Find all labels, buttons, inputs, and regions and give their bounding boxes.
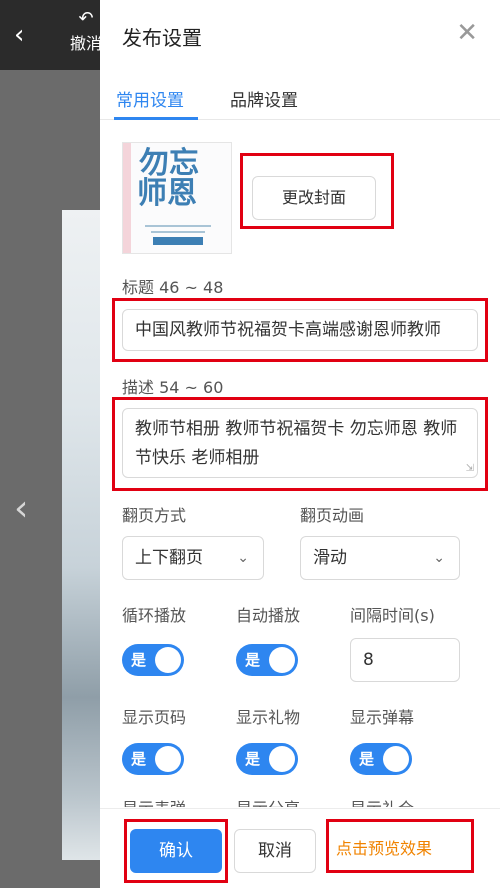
page-mode-value: 上下翻页: [135, 548, 203, 568]
editor-canvas: ‹: [0, 70, 102, 888]
settings-tabs: 常用设置 品牌设置: [100, 72, 500, 120]
page-mode-select[interactable]: 上下翻页 ⌄: [122, 536, 264, 580]
publish-settings-panel: 发布设置 ✕ 常用设置 品牌设置 勿忘 师恩 更改封面 标题 46 ~ 48 中…: [100, 0, 500, 888]
cover-line: [151, 231, 205, 233]
cut-off-label: 显示表弹: [122, 795, 186, 807]
chevron-left-icon[interactable]: ‹: [14, 22, 24, 48]
page-mode-label: 翻页方式: [122, 506, 187, 525]
editor-topbar: ‹ ↶ 撤消: [0, 0, 102, 70]
toggle-on-label: 是: [245, 750, 261, 768]
show-gift-label: 显示礼物: [236, 708, 301, 727]
cover-text-1: 勿忘: [139, 146, 199, 181]
cover-line: [145, 225, 211, 227]
page-anim-select[interactable]: 滑动 ⌄: [300, 536, 460, 580]
toggle-on-label: 是: [131, 750, 147, 768]
toggle-on-label: 是: [359, 750, 375, 768]
cut-off-label: 显示分享: [236, 795, 300, 807]
page-anim-value: 滑动: [313, 548, 347, 568]
interval-label: 间隔时间(s): [350, 606, 435, 625]
chevron-down-icon: ⌄: [237, 550, 249, 566]
show-gift-toggle[interactable]: 是: [236, 743, 298, 775]
highlight-box: [326, 819, 474, 873]
toggle-knob: [383, 746, 409, 772]
cover-strip: [123, 143, 131, 253]
loop-toggle[interactable]: 是: [122, 644, 184, 676]
toggle-knob: [155, 746, 181, 772]
description-label: 描述 54 ~ 60: [122, 378, 224, 397]
toggle-on-label: 是: [131, 651, 147, 669]
page-anim-label: 翻页动画: [300, 506, 365, 525]
close-icon[interactable]: ✕: [456, 20, 478, 46]
panel-footer: 确认 取消 点击预览效果: [100, 808, 500, 888]
autoplay-label: 自动播放: [236, 606, 301, 625]
cut-off-label: 显示礼仓: [350, 795, 414, 807]
interval-input[interactable]: 8: [350, 638, 460, 682]
cover-tag: [153, 237, 203, 245]
chevron-down-icon: ⌄: [433, 550, 445, 566]
prev-page-icon[interactable]: ‹: [14, 488, 28, 529]
cover-text-2: 师恩: [137, 176, 197, 211]
title-label: 标题 46 ~ 48: [122, 278, 224, 297]
highlight-box: [124, 819, 228, 883]
tab-common-settings[interactable]: 常用设置: [116, 86, 184, 111]
toggle-knob: [269, 746, 295, 772]
tab-brand-settings[interactable]: 品牌设置: [230, 86, 298, 111]
highlight-box: [112, 397, 488, 491]
highlight-box: [240, 153, 394, 229]
panel-title: 发布设置: [122, 26, 202, 50]
autoplay-toggle[interactable]: 是: [236, 644, 298, 676]
cancel-button[interactable]: 取消: [234, 829, 316, 873]
active-tab-indicator: [114, 117, 198, 120]
highlight-box: [112, 298, 488, 362]
poster-preview: [62, 210, 102, 860]
toggle-on-label: 是: [245, 651, 261, 669]
show-page-label: 显示页码: [122, 708, 187, 727]
cover-thumbnail: 勿忘 师恩: [122, 142, 232, 254]
toggle-knob: [269, 647, 295, 673]
show-danmaku-toggle[interactable]: 是: [350, 743, 412, 775]
toggle-knob: [155, 647, 181, 673]
show-danmaku-label: 显示弹幕: [350, 708, 415, 727]
panel-header: 发布设置 ✕: [100, 0, 500, 70]
show-page-toggle[interactable]: 是: [122, 743, 184, 775]
loop-label: 循环播放: [122, 606, 187, 625]
